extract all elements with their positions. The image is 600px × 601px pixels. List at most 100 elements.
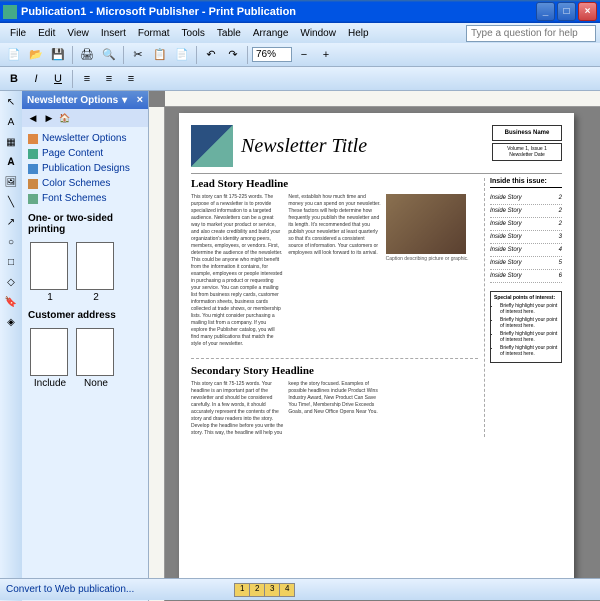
taskpane-close-icon[interactable]: × bbox=[137, 94, 143, 106]
menu-edit[interactable]: Edit bbox=[32, 26, 61, 41]
oval-tool-icon[interactable]: ○ bbox=[2, 233, 20, 251]
address-none[interactable]: None bbox=[76, 328, 116, 389]
lead-col2[interactable]: Next, establish how much time and money … bbox=[288, 194, 380, 348]
menu-arrange[interactable]: Arrange bbox=[247, 26, 295, 41]
close-button[interactable]: × bbox=[578, 2, 597, 21]
save-icon[interactable]: 💾 bbox=[48, 45, 68, 65]
toc-item[interactable]: Inside Story5 bbox=[490, 257, 562, 270]
zoom-out-icon[interactable]: − bbox=[294, 45, 314, 65]
business-name-box[interactable]: Business Name bbox=[492, 125, 562, 141]
lead-headline[interactable]: Lead Story Headline bbox=[191, 178, 478, 190]
opt-color-schemes[interactable]: Color Schemes bbox=[28, 176, 142, 191]
page-navigator: 1 2 3 4 bbox=[234, 583, 294, 597]
taskpane-title: Newsletter Options bbox=[27, 95, 118, 106]
paste-icon[interactable]: 📄 bbox=[172, 45, 192, 65]
help-search-input[interactable] bbox=[466, 25, 596, 42]
taskpane-header: Newsletter Options ▾ × bbox=[22, 91, 148, 109]
toc-header[interactable]: Inside this issue: bbox=[490, 178, 562, 188]
opt-page-content[interactable]: Page Content bbox=[28, 146, 142, 161]
toc-item[interactable]: Inside Story3 bbox=[490, 231, 562, 244]
document-canvas[interactable]: Newsletter Title Business Name Volume 1,… bbox=[149, 91, 600, 601]
zoom-in-icon[interactable]: + bbox=[316, 45, 336, 65]
convert-web-link[interactable]: Convert to Web publication... bbox=[6, 584, 134, 595]
bold-icon[interactable]: B bbox=[4, 69, 24, 89]
task-pane: Newsletter Options ▾ × ◀ ▶ 🏠 Newsletter … bbox=[22, 91, 149, 601]
wordart-tool-icon[interactable]: 𝐀 bbox=[2, 153, 20, 171]
design-gallery-icon[interactable]: ◈ bbox=[2, 313, 20, 331]
opt-pub-designs[interactable]: Publication Designs bbox=[28, 161, 142, 176]
printing-label: One- or two-sided printing bbox=[22, 210, 148, 238]
open-icon[interactable]: 📂 bbox=[26, 45, 46, 65]
line-tool-icon[interactable]: ╲ bbox=[2, 193, 20, 211]
menu-insert[interactable]: Insert bbox=[95, 26, 132, 41]
publication-page[interactable]: Newsletter Title Business Name Volume 1,… bbox=[179, 113, 574, 593]
opt-font-schemes[interactable]: Font Schemes bbox=[28, 191, 142, 206]
rect-tool-icon[interactable]: □ bbox=[2, 253, 20, 271]
copy-icon[interactable]: 📋 bbox=[150, 45, 170, 65]
lead-col1[interactable]: This story can fit 175-225 words. The pu… bbox=[191, 194, 283, 348]
text-tool-icon[interactable]: A bbox=[2, 113, 20, 131]
zoom-input[interactable] bbox=[252, 47, 292, 62]
toc-item[interactable]: Inside Story2 bbox=[490, 205, 562, 218]
table-tool-icon[interactable]: ▦ bbox=[2, 133, 20, 151]
newsletter-logo[interactable] bbox=[191, 125, 233, 167]
window-title: Publication1 - Microsoft Publisher - Pri… bbox=[21, 6, 536, 18]
special-points-box[interactable]: Special points of interest: Briefly high… bbox=[490, 291, 562, 363]
align-center-icon[interactable]: ≡ bbox=[99, 69, 119, 89]
menu-help[interactable]: Help bbox=[342, 26, 375, 41]
tools-palette: ↖ A ▦ 𝐀 🖼 ╲ ↗ ○ □ ◇ 🔖 ◈ bbox=[0, 91, 22, 601]
maximize-button[interactable]: □ bbox=[557, 2, 576, 21]
pointer-tool-icon[interactable]: ↖ bbox=[2, 93, 20, 111]
page-tab-3[interactable]: 3 bbox=[264, 583, 280, 597]
nav-forward-icon[interactable]: ▶ bbox=[42, 111, 56, 125]
title-bar: Publication1 - Microsoft Publisher - Pri… bbox=[0, 0, 600, 23]
shapes-tool-icon[interactable]: ◇ bbox=[2, 273, 20, 291]
sec-col2[interactable]: keep the story focused. Examples of poss… bbox=[288, 381, 380, 437]
italic-icon[interactable]: I bbox=[26, 69, 46, 89]
align-left-icon[interactable]: ≡ bbox=[77, 69, 97, 89]
toc-item[interactable]: Inside Story6 bbox=[490, 270, 562, 283]
bookmark-tool-icon[interactable]: 🔖 bbox=[2, 293, 20, 311]
page-tab-4[interactable]: 4 bbox=[279, 583, 295, 597]
app-icon bbox=[3, 5, 17, 19]
new-icon[interactable]: 📄 bbox=[4, 45, 24, 65]
vertical-ruler bbox=[149, 107, 165, 601]
undo-icon[interactable]: ↶ bbox=[201, 45, 221, 65]
toc-item[interactable]: Inside Story2 bbox=[490, 218, 562, 231]
lead-caption[interactable]: Caption describing picture or graphic. bbox=[386, 256, 478, 263]
redo-icon[interactable]: ↷ bbox=[223, 45, 243, 65]
sec-col1[interactable]: This story can fit 75-125 words. Your he… bbox=[191, 381, 283, 437]
toc-item[interactable]: Inside Story4 bbox=[490, 244, 562, 257]
special-point: Briefly highlight your point of interest… bbox=[500, 317, 558, 329]
lead-image[interactable] bbox=[386, 194, 466, 254]
preview-icon[interactable]: 🔍 bbox=[99, 45, 119, 65]
toc-list[interactable]: Inside Story2Inside Story2Inside Story2I… bbox=[490, 192, 562, 283]
page-tab-1[interactable]: 1 bbox=[234, 583, 250, 597]
toc-item[interactable]: Inside Story2 bbox=[490, 192, 562, 205]
arrow-tool-icon[interactable]: ↗ bbox=[2, 213, 20, 231]
print-option-1[interactable]: 1 bbox=[30, 242, 70, 303]
address-include[interactable]: Include bbox=[30, 328, 70, 389]
taskpane-dropdown-icon[interactable]: ▾ bbox=[122, 95, 127, 106]
print-option-2[interactable]: 2 bbox=[76, 242, 116, 303]
menu-table[interactable]: Table bbox=[211, 26, 247, 41]
print-icon[interactable]: 🖨 bbox=[77, 45, 97, 65]
menu-format[interactable]: Format bbox=[132, 26, 176, 41]
secondary-headline[interactable]: Secondary Story Headline bbox=[191, 365, 478, 377]
nav-home-icon[interactable]: 🏠 bbox=[58, 111, 72, 125]
newsletter-title[interactable]: Newsletter Title bbox=[241, 125, 492, 167]
underline-icon[interactable]: U bbox=[48, 69, 68, 89]
menu-tools[interactable]: Tools bbox=[176, 26, 211, 41]
menu-file[interactable]: File bbox=[4, 26, 32, 41]
volume-info-box[interactable]: Volume 1, Issue 1 Newsletter Date bbox=[492, 143, 562, 161]
menu-view[interactable]: View bbox=[61, 26, 95, 41]
picture-tool-icon[interactable]: 🖼 bbox=[2, 173, 20, 191]
opt-newsletter[interactable]: Newsletter Options bbox=[28, 131, 142, 146]
minimize-button[interactable]: _ bbox=[536, 2, 555, 21]
menu-window[interactable]: Window bbox=[294, 26, 342, 41]
align-right-icon[interactable]: ≡ bbox=[121, 69, 141, 89]
nav-back-icon[interactable]: ◀ bbox=[26, 111, 40, 125]
address-label: Customer address bbox=[22, 307, 148, 324]
cut-icon[interactable]: ✂ bbox=[128, 45, 148, 65]
page-tab-2[interactable]: 2 bbox=[249, 583, 265, 597]
